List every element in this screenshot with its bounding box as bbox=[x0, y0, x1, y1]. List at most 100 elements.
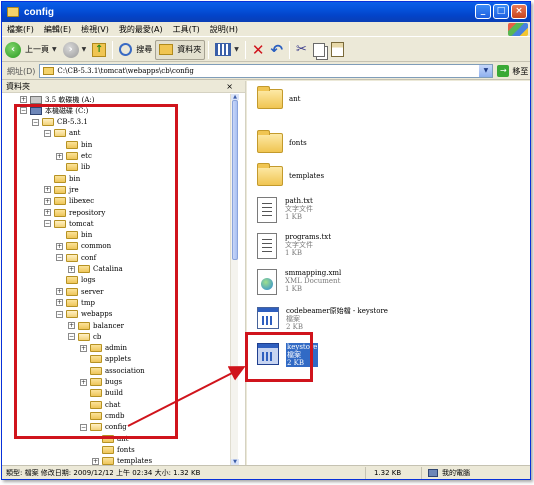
copy-icon bbox=[312, 42, 325, 57]
folder-icon bbox=[257, 86, 283, 109]
file-text: smmapping.xml XML Document 1 KB bbox=[285, 269, 341, 293]
tree-node[interactable]: fonts bbox=[92, 444, 135, 455]
back-label: 上一頁 bbox=[25, 45, 49, 54]
menu-edit[interactable]: 編輯(E) bbox=[39, 24, 76, 35]
up-folder-button[interactable]: ↑ bbox=[89, 40, 109, 60]
folder-item[interactable]: fonts bbox=[257, 127, 307, 153]
toolbar-divider bbox=[208, 40, 210, 59]
file-size: 1 KB bbox=[285, 213, 303, 221]
folder-icon bbox=[43, 67, 55, 75]
status-location-label: 我的電腦 bbox=[442, 468, 470, 477]
search-button[interactable]: 搜尋 bbox=[116, 40, 155, 60]
address-label: 網址(D) bbox=[7, 66, 36, 76]
folder-icon bbox=[257, 130, 283, 153]
search-icon bbox=[119, 43, 133, 56]
delete-button[interactable]: ✕ bbox=[249, 40, 268, 60]
file-name: templates bbox=[289, 172, 325, 180]
file-text: templates bbox=[289, 172, 324, 180]
back-button[interactable]: ‹ 上一頁 ▼ bbox=[2, 40, 60, 60]
cut-button[interactable]: ✂ bbox=[293, 40, 310, 60]
file-type: XML Document bbox=[285, 277, 341, 285]
menu-bar: 檔案(F) 編輯(E) 檢視(V) 我的最愛(A) 工具(T) 說明(H) bbox=[2, 22, 530, 37]
file-type: 檔案 bbox=[286, 315, 300, 323]
scissors-icon: ✂ bbox=[296, 41, 307, 57]
close-button[interactable]: × bbox=[511, 4, 527, 19]
chevron-down-icon: ▼ bbox=[52, 46, 57, 53]
file-item[interactable]: programs.txt 文字文件 1 KB bbox=[257, 233, 331, 259]
folder-icon bbox=[102, 445, 114, 454]
file-size: 2 KB bbox=[286, 323, 304, 331]
menu-view[interactable]: 檢視(V) bbox=[76, 24, 114, 35]
undo-button[interactable]: ↶ bbox=[267, 40, 286, 60]
file-item[interactable]: path.txt 文字文件 1 KB bbox=[257, 197, 313, 223]
menu-help[interactable]: 說明(H) bbox=[205, 24, 243, 35]
expand-icon[interactable]: + bbox=[20, 96, 27, 103]
text-file-icon bbox=[257, 233, 277, 259]
chevron-down-icon[interactable]: ▼ bbox=[479, 65, 493, 77]
copy-button[interactable] bbox=[310, 40, 328, 60]
go-label: 移至 bbox=[512, 66, 529, 76]
paste-icon bbox=[330, 42, 344, 57]
xml-file-icon bbox=[257, 269, 277, 295]
delete-icon: ✕ bbox=[251, 40, 265, 59]
folder-pane-title: 資料夾 bbox=[6, 82, 30, 91]
up-folder-icon: ↑ bbox=[92, 42, 107, 57]
title-bar[interactable]: config _ □ × bbox=[2, 2, 530, 22]
folder-icon bbox=[102, 457, 114, 465]
status-size: 1.32 KB bbox=[366, 466, 422, 479]
menu-tools[interactable]: 工具(T) bbox=[168, 24, 205, 35]
file-list-pane: ant fonts templates path.txt 文字文件 1 KB program… bbox=[247, 81, 530, 465]
minimize-button[interactable]: _ bbox=[475, 4, 491, 19]
forward-arrow-icon: › bbox=[62, 41, 79, 58]
highlight-box-tree bbox=[14, 104, 178, 439]
file-text: fonts bbox=[289, 139, 307, 147]
file-item[interactable]: smmapping.xml XML Document 1 KB bbox=[257, 269, 341, 295]
toolbar-divider bbox=[289, 40, 291, 59]
maximize-button[interactable]: □ bbox=[493, 4, 509, 19]
folder-pane-header: 資料夾 × bbox=[2, 81, 245, 93]
file-item[interactable]: codebeamer原始檔 - keystore 檔案 2 KB bbox=[257, 307, 388, 331]
tree-scrollbar[interactable]: ▲ ▼ bbox=[230, 94, 239, 465]
file-type: 文字文件 bbox=[285, 241, 313, 249]
file-name: ant bbox=[289, 95, 301, 103]
file-name: path.txt bbox=[285, 197, 313, 205]
tree-node-label: 3.5 軟碟機 (A:) bbox=[45, 95, 95, 104]
undo-icon: ↶ bbox=[270, 40, 284, 59]
folder-icon bbox=[7, 7, 19, 17]
search-label: 搜尋 bbox=[136, 45, 153, 54]
status-info: 類型: 檔案 修改日期: 2009/12/12 上午 02:34 大小: 1.3… bbox=[2, 466, 366, 479]
file-text: codebeamer原始檔 - keystore 檔案 2 KB bbox=[286, 307, 388, 331]
windows-logo-icon bbox=[508, 23, 528, 36]
menu-file[interactable]: 檔案(F) bbox=[2, 24, 39, 35]
folders-label: 資料夾 bbox=[177, 45, 202, 54]
toolbar-divider bbox=[112, 40, 114, 59]
folders-button[interactable]: 資料夾 bbox=[155, 39, 206, 60]
floppy-drive-icon bbox=[30, 95, 42, 104]
my-computer-icon bbox=[428, 468, 438, 477]
forward-button[interactable]: › ▼ bbox=[60, 40, 90, 60]
file-text: path.txt 文字文件 1 KB bbox=[285, 197, 313, 221]
folder-item[interactable]: ant bbox=[257, 83, 301, 109]
tree-node[interactable]: + templates bbox=[92, 456, 152, 465]
expand-icon[interactable]: + bbox=[92, 457, 99, 465]
views-button[interactable]: ▼ bbox=[212, 40, 242, 60]
highlight-box-file bbox=[245, 332, 313, 382]
address-input[interactable]: C:\CB-5.3.1\tomcat\webapps\cb\config ▼ bbox=[39, 64, 494, 78]
file-size: 1 KB bbox=[285, 285, 303, 293]
file-text: programs.txt 文字文件 1 KB bbox=[285, 233, 331, 257]
tree-node-label: templates bbox=[117, 457, 153, 465]
file-name: fonts bbox=[289, 139, 307, 147]
back-arrow-icon: ‹ bbox=[5, 41, 21, 58]
text-file-icon bbox=[257, 197, 277, 223]
go-arrow-icon: → bbox=[497, 65, 510, 77]
paste-button[interactable] bbox=[328, 40, 347, 60]
folder-item[interactable]: templates bbox=[257, 160, 324, 186]
address-bar: 網址(D) C:\CB-5.3.1\tomcat\webapps\cb\conf… bbox=[2, 63, 530, 80]
toolbar: ‹ 上一頁 ▼ › ▼ ↑ 搜尋 資料夾 ▼ ✕ ↶ ✂ bbox=[2, 38, 530, 62]
scrollbar-thumb[interactable] bbox=[232, 100, 238, 260]
menu-favorites[interactable]: 我的最愛(A) bbox=[114, 24, 168, 35]
go-button[interactable]: → 移至 bbox=[497, 65, 528, 77]
window-title: config bbox=[24, 6, 54, 18]
close-pane-icon[interactable]: × bbox=[226, 82, 233, 91]
